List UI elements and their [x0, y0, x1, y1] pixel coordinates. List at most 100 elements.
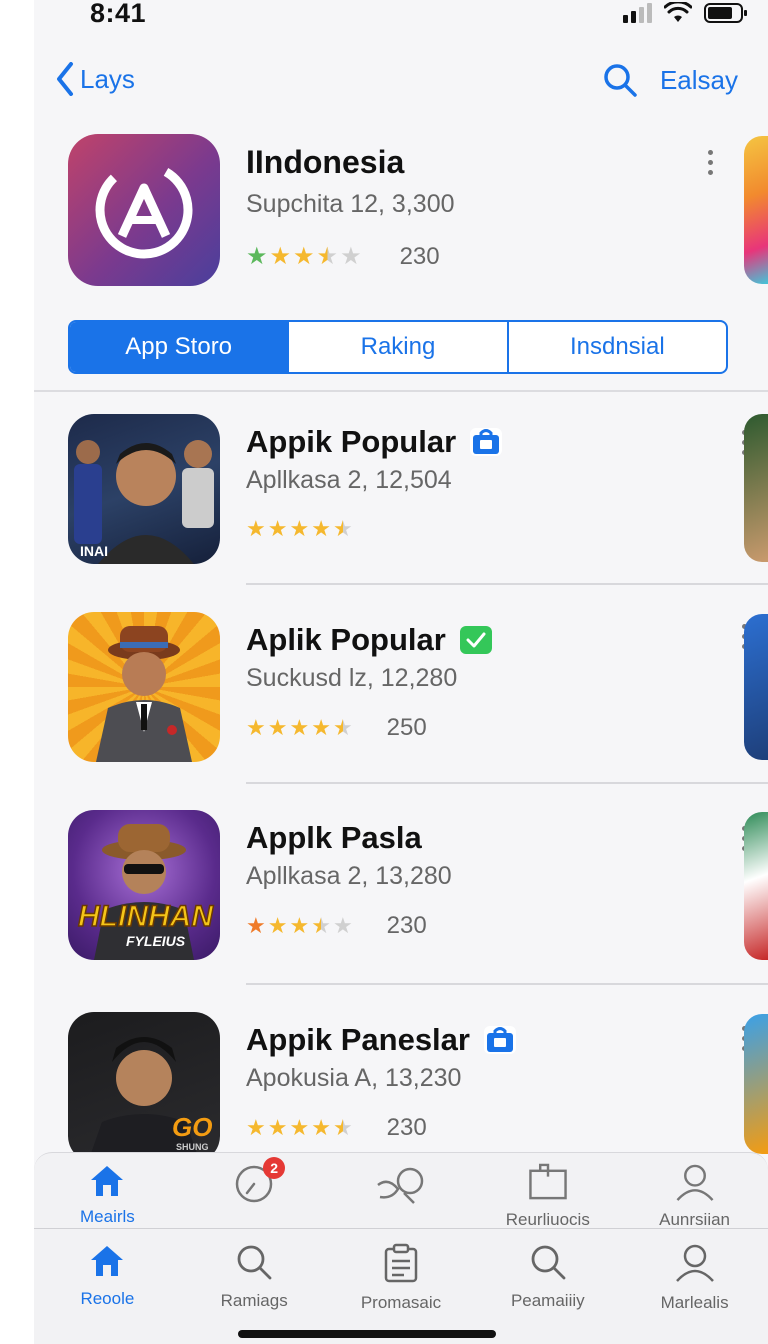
app-artwork-icon	[96, 626, 192, 762]
app-title-text: Appik Popular	[246, 424, 457, 459]
back-label: Lays	[80, 63, 135, 94]
app-title: Appik Paneslar	[246, 1022, 516, 1058]
tab-label: Meairls	[80, 1207, 135, 1226]
star-half-icon: ★	[332, 516, 353, 541]
clipboard-icon	[384, 1243, 418, 1283]
next-app-peek	[744, 812, 768, 960]
tab-account[interactable]: Marlealis	[621, 1229, 768, 1344]
back-button[interactable]: Lays	[56, 62, 135, 96]
nav-bar: Lays Ealsay	[34, 58, 768, 108]
featured-app-rating: ★ ★ ★ ★ ★ 230	[246, 242, 440, 271]
tab-top-library[interactable]: Reurliuocis	[474, 1153, 621, 1230]
app-count: 230	[386, 1114, 427, 1141]
tab-bar-secondary: Meairls 2 Reurliuocis Aunrsiian	[34, 1152, 768, 1230]
search-icon	[237, 1245, 272, 1280]
star-half-icon: ★	[332, 1115, 353, 1140]
star-icon: ★	[293, 243, 315, 270]
tab-top-account[interactable]: Aunrsiian	[621, 1153, 768, 1230]
next-app-peek	[744, 414, 768, 562]
bag-badge-icon	[483, 1026, 516, 1054]
next-app-peek	[744, 614, 768, 760]
status-icons	[623, 2, 748, 24]
list-item[interactable]: GO SHUNG Appik Paneslar Apokusia A, 13,2…	[68, 1012, 768, 1164]
app-artwork-icon: INAI	[74, 440, 214, 564]
person-icon	[675, 1244, 714, 1282]
app-title: Aplik Popular	[246, 622, 492, 658]
featured-app[interactable]: IIndonesia Supchita 12, 3,300 ★ ★ ★ ★ ★ …	[68, 134, 748, 286]
star-icon: ★	[289, 516, 310, 541]
wifi-icon	[664, 2, 692, 22]
signal-icon	[623, 3, 652, 23]
book-icon	[529, 1163, 567, 1200]
home-indicator[interactable]	[238, 1330, 496, 1338]
row-divider	[246, 983, 768, 985]
app-icon: INAI	[68, 414, 220, 564]
list-item[interactable]: HLINHAN FYLEIUS Applk Pasla Apllkasa 2, …	[68, 810, 768, 962]
app-icon	[68, 612, 220, 762]
verified-badge-icon	[459, 626, 492, 654]
status-time: 8:41	[90, 0, 147, 28]
tab-search-2[interactable]: Peamaiiiy	[474, 1229, 621, 1344]
featured-app-title: IIndonesia	[246, 144, 405, 180]
tab-label: Aunrsiian	[659, 1210, 731, 1229]
app-icon: GO SHUNG	[68, 1012, 220, 1162]
tab-label: Ramiags	[220, 1291, 288, 1310]
search-icon[interactable]	[602, 62, 638, 98]
status-bar: 8:41	[34, 0, 768, 40]
notification-badge: 2	[263, 1157, 286, 1179]
tab-search[interactable]: Ramiags	[181, 1229, 328, 1344]
star-half-icon: ★	[316, 243, 339, 270]
list-item[interactable]: Aplik Popular Suckusd lz, 12,280 ★ ★ ★ ★…	[68, 612, 768, 764]
app-rating: ★ ★ ★ ★ ★ 230	[246, 912, 427, 940]
row-divider	[246, 583, 768, 585]
segment-app-store[interactable]: App Storo	[70, 322, 290, 372]
next-app-peek	[744, 1014, 768, 1154]
app-icon-subtext: FYLEIUS	[126, 933, 186, 949]
app-count: 250	[386, 714, 427, 741]
tab-label: Promasaic	[360, 1293, 442, 1312]
star-half-icon: ★	[332, 715, 353, 740]
segment-ranking[interactable]: Raking	[289, 322, 509, 372]
tab-top-share[interactable]	[328, 1153, 475, 1230]
row-divider	[246, 782, 768, 784]
star-icon: ★	[311, 516, 331, 541]
battery-icon	[704, 3, 747, 23]
star-icon: ★	[289, 1115, 310, 1140]
list-item[interactable]: INAI Appik Popular Apllkasa 2, 12,504 ★ …	[68, 414, 768, 566]
star-icon: ★	[311, 715, 331, 740]
bag-badge-icon	[470, 428, 503, 456]
app-icon-text: GO	[172, 1112, 212, 1142]
star-icon: ★	[246, 913, 266, 938]
app-title: Appik Popular	[246, 424, 503, 460]
tab-promo[interactable]: Promasaic	[328, 1229, 475, 1344]
left-edge	[0, 0, 34, 1344]
share-icon	[377, 1167, 424, 1204]
app-artwork-icon: GO SHUNG	[88, 1037, 212, 1162]
tab-home[interactable]: Reoole	[34, 1229, 181, 1344]
segment-indonesia[interactable]: Insdnsial	[509, 322, 726, 372]
app-icon-text: INAI	[80, 543, 108, 559]
app-logo-icon	[95, 161, 193, 259]
star-icon: ★	[311, 1115, 331, 1140]
person-icon	[676, 1164, 714, 1201]
app-title: Applk Pasla	[246, 820, 422, 856]
app-rating: ★ ★ ★ ★ ★ 250	[246, 714, 427, 742]
home-icon	[91, 1246, 124, 1276]
featured-app-subtitle: Supchita 12, 3,300	[246, 190, 455, 218]
tab-label: Reoole	[80, 1289, 135, 1308]
app-icon-text: HLINHAN	[78, 900, 214, 933]
chevron-left-icon	[57, 62, 73, 96]
star-icon: ★	[289, 913, 310, 938]
more-icon[interactable]	[708, 150, 713, 175]
star-icon: ★	[246, 715, 266, 740]
app-title-text: Appik Paneslar	[246, 1022, 470, 1057]
star-half-icon: ★	[311, 913, 331, 938]
tab-top-home[interactable]: Meairls	[34, 1153, 181, 1230]
star-icon: ★	[246, 516, 266, 541]
tab-top-activity[interactable]: 2	[181, 1153, 328, 1230]
app-title-text: Aplik Popular	[246, 622, 446, 657]
app-rating: ★ ★ ★ ★ ★	[246, 516, 353, 542]
home-icon	[91, 1166, 124, 1196]
app-title-text: Applk Pasla	[246, 820, 422, 855]
nav-right-link[interactable]: Ealsay	[660, 65, 738, 96]
